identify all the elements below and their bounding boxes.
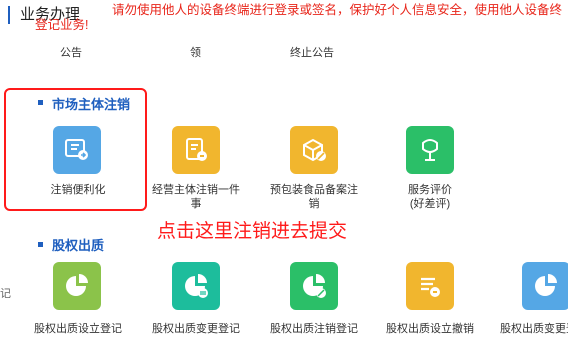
- pledge-revoke-icon: [406, 262, 454, 310]
- pledge-setup-icon: [53, 262, 101, 310]
- service-evaluation-icon: [406, 126, 454, 174]
- left-edge-text: 记: [0, 288, 11, 300]
- service-evaluation[interactable]: [406, 126, 454, 174]
- service-label: 注销便利化: [50, 184, 106, 196]
- service-label: 股权出质注销登记: [270, 323, 358, 335]
- top-row-item-2[interactable]: 领: [190, 46, 201, 60]
- service-label: 股权出质设立撤销: [386, 323, 474, 335]
- pledge-change-registration-icon: [522, 262, 568, 310]
- service-label: 股权出质设立登记: [34, 323, 122, 335]
- label-line: 经营主体注销一件: [152, 184, 240, 196]
- pledge-deregister-icon: [290, 262, 338, 310]
- red-annotation-text: 点击这里注销进去提交: [157, 221, 348, 242]
- section-title-equity-pledge: 股权出质: [52, 238, 105, 253]
- service-label: 服务评价 (好差评): [388, 183, 472, 211]
- food-filing-deregister-icon: [290, 126, 338, 174]
- label-line: 销: [308, 198, 320, 210]
- business-deregister-icon: [172, 126, 220, 174]
- service-business-deregister[interactable]: [172, 126, 220, 174]
- security-warning: 请勿使用他人的设备终端进行登录或签名，保护好个人信息安全，使用他人设备终: [112, 3, 563, 17]
- service-pledge-revoke[interactable]: [406, 262, 454, 310]
- service-deregister-convenience[interactable]: [53, 126, 101, 174]
- service-food-filing-deregister[interactable]: [290, 126, 338, 174]
- service-label: 预包装食品备案注 销: [262, 183, 366, 211]
- service-label: 经营主体注销一件 事: [146, 183, 246, 211]
- service-label: 股权出质变更登: [500, 323, 568, 335]
- service-label: 股权出质变更登记: [152, 323, 240, 335]
- service-pledge-setup[interactable]: [53, 262, 101, 310]
- label-line: 服务评价: [408, 184, 452, 196]
- pledge-change-icon: [172, 262, 220, 310]
- title-accent-bar: [8, 6, 10, 24]
- service-pledge-change[interactable]: [172, 262, 220, 310]
- top-row-item-1[interactable]: 公告: [60, 46, 82, 60]
- top-row-item-3[interactable]: 终止公告: [290, 46, 334, 60]
- label-line: 预包装食品备案注: [270, 184, 358, 196]
- service-pledge-change-registration[interactable]: [522, 262, 568, 310]
- deregister-convenience-icon: [53, 126, 101, 174]
- section-bullet: [38, 242, 43, 247]
- label-line: 事: [190, 198, 202, 210]
- label-line: (好差评): [409, 198, 451, 210]
- service-pledge-deregister[interactable]: [290, 262, 338, 310]
- security-warning-line2: 登记业务!: [35, 18, 89, 32]
